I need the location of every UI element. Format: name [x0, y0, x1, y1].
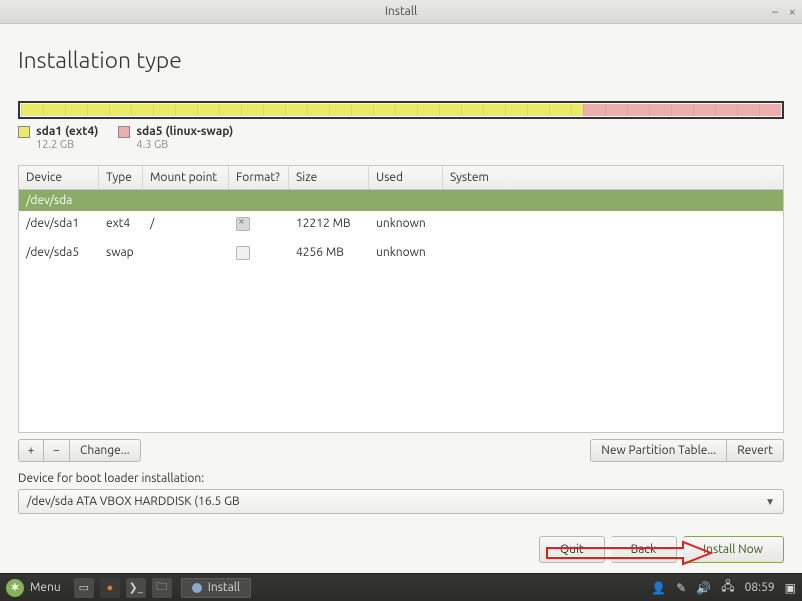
mint-logo-icon[interactable]: ✶	[6, 579, 24, 597]
cell-mount	[143, 246, 229, 263]
col-device[interactable]: Device	[19, 166, 99, 189]
minimize-icon[interactable]: −	[771, 5, 778, 19]
app-icon	[192, 583, 202, 593]
legend-size: 12.2 GB	[36, 139, 98, 151]
cell-format[interactable]	[229, 246, 289, 263]
bootloader-label: Device for boot loader installation:	[18, 472, 784, 485]
legend-name: sda1 (ext4)	[36, 125, 98, 138]
swatch-yellow	[18, 126, 30, 138]
col-used[interactable]: Used	[369, 166, 443, 189]
cell-format[interactable]	[229, 217, 289, 234]
legend-size: 4.3 GB	[136, 139, 233, 151]
cell-system	[443, 246, 783, 263]
cell-system	[443, 217, 783, 234]
cell-used: unknown	[369, 246, 443, 263]
quit-button[interactable]: Quit	[539, 536, 605, 563]
legend-name: sda5 (linux-swap)	[136, 125, 233, 138]
cell-type: swap	[99, 246, 143, 263]
window-title: Install	[385, 5, 417, 18]
close-icon[interactable]: ×	[789, 5, 796, 19]
firefox-icon[interactable]: ●	[100, 578, 120, 598]
col-type[interactable]: Type	[99, 166, 143, 189]
taskbar-entry-install[interactable]: Install	[181, 578, 251, 598]
new-partition-table-button[interactable]: New Partition Table...	[590, 439, 727, 462]
cell-type: ext4	[99, 217, 143, 234]
page-title: Installation type	[18, 48, 784, 73]
cell-size: 4256 MB	[289, 246, 369, 263]
revert-button[interactable]: Revert	[727, 439, 784, 462]
partition-legend: sda1 (ext4) 12.2 GB sda5 (linux-swap) 4.…	[18, 125, 784, 151]
add-partition-button[interactable]: +	[18, 439, 44, 462]
volume-icon[interactable]: 🔊	[696, 581, 711, 595]
terminal-icon[interactable]: ❯_	[126, 578, 146, 598]
bootloader-value: /dev/sda ATA VBOX HARDDISK (16.5 GB	[27, 495, 240, 508]
menu-button[interactable]: Menu	[30, 581, 61, 594]
chevron-down-icon: ▼	[765, 496, 775, 508]
col-size[interactable]: Size	[289, 166, 369, 189]
format-checkbox[interactable]	[236, 246, 250, 260]
col-system[interactable]: System	[443, 166, 783, 189]
device-group-row[interactable]: /dev/sda	[19, 190, 783, 211]
remove-partition-button[interactable]: −	[44, 439, 70, 462]
install-now-button[interactable]: Install Now	[683, 536, 784, 563]
table-row[interactable]: /dev/sda1ext4/ 12212 MBunknown	[19, 211, 783, 240]
taskbar: ✶ Menu ▭ ● ❯_ 🗀 Install 👤 ✎ 🔊 🖧 08:59 ▣	[0, 573, 802, 601]
user-icon[interactable]: 👤	[651, 581, 666, 595]
bootloader-select[interactable]: /dev/sda ATA VBOX HARDDISK (16.5 GB ▼	[18, 489, 784, 514]
cell-device: /dev/sda1	[19, 217, 99, 234]
edit-icon[interactable]: ✎	[676, 581, 686, 595]
files-icon[interactable]: 🗀	[152, 578, 172, 598]
change-partition-button[interactable]: Change...	[70, 439, 141, 462]
cell-device: /dev/sda5	[19, 246, 99, 263]
titlebar: Install − ×	[0, 0, 802, 24]
back-button[interactable]: Back	[611, 536, 677, 563]
format-checkbox[interactable]	[236, 217, 250, 231]
cell-mount: /	[143, 217, 229, 234]
table-row[interactable]: /dev/sda5swap 4256 MBunknown	[19, 240, 783, 269]
cell-used: unknown	[369, 217, 443, 234]
cell-size: 12212 MB	[289, 217, 369, 234]
partition-seg-sda1	[21, 104, 583, 116]
swatch-pink	[118, 126, 130, 138]
show-desktop-icon[interactable]: ▭	[74, 578, 94, 598]
partition-bar	[18, 101, 784, 119]
partition-seg-sda5	[583, 104, 781, 116]
col-format[interactable]: Format?	[229, 166, 289, 189]
col-mount[interactable]: Mount point	[143, 166, 229, 189]
clock[interactable]: 08:59	[745, 581, 775, 594]
partition-table: Device Type Mount point Format? Size Use…	[18, 165, 784, 433]
network-icon[interactable]: 🖧	[721, 577, 734, 598]
tray-toggle-icon[interactable]: ▣	[785, 581, 796, 595]
